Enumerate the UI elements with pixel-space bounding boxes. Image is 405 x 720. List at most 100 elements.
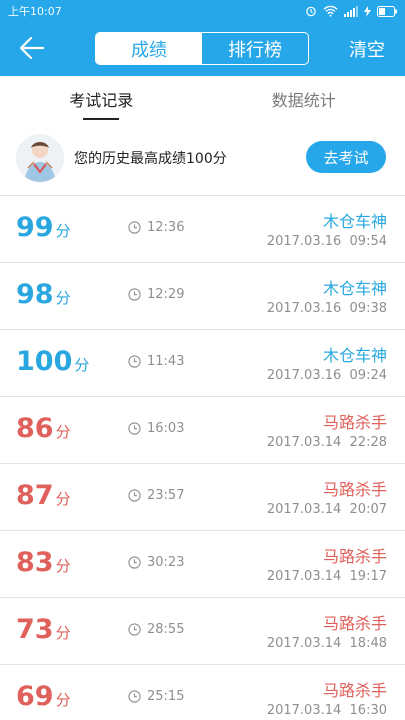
tab-statistics[interactable]: 数据统计	[203, 76, 405, 122]
record-datetime: 2017.03.14 22:28	[267, 435, 387, 450]
clock-icon	[128, 690, 141, 703]
tab-leaderboard[interactable]: 排行榜	[202, 33, 308, 64]
score-unit: 分	[55, 624, 71, 642]
record-row[interactable]: 86 分 16:03 马路杀手 2017.03.14 22:28	[0, 397, 405, 464]
clock-icon	[128, 422, 141, 435]
score-unit: 分	[55, 222, 71, 240]
record-date: 2017.03.16	[266, 368, 342, 383]
clock-icon	[128, 623, 141, 636]
tab-score[interactable]: 成绩	[96, 33, 202, 64]
record-datetime: 2017.03.14 16:30	[267, 703, 387, 718]
duration-text: 30:23	[147, 555, 185, 570]
clock-icon	[128, 489, 141, 502]
record-duration: 28:55	[128, 622, 184, 637]
score-value: 73	[16, 614, 54, 645]
duration-text: 12:36	[147, 220, 185, 235]
status-icons	[305, 5, 397, 17]
record-date: 2017.03.14	[266, 569, 342, 584]
score-value: 99	[16, 212, 54, 243]
record-duration: 30:23	[128, 555, 184, 570]
score-value: 87	[16, 480, 54, 511]
rank-title: 木仓车神	[322, 346, 387, 365]
score-value: 100	[16, 346, 73, 377]
record-datetime: 2017.03.16 09:24	[267, 368, 387, 383]
record-score: 73 分	[16, 614, 71, 645]
record-score: 86 分	[16, 413, 71, 444]
duration-text: 23:57	[147, 488, 185, 503]
record-datetime: 2017.03.14 18:48	[267, 636, 387, 651]
record-score: 100 分	[16, 346, 89, 377]
record-duration: 12:36	[128, 220, 184, 235]
back-arrow-icon	[19, 36, 45, 60]
record-duration: 16:03	[128, 421, 184, 436]
record-datetime: 2017.03.16 09:38	[267, 301, 387, 316]
score-unit: 分	[55, 490, 71, 508]
record-time: 16:30	[349, 703, 387, 718]
alarm-icon	[306, 6, 316, 17]
score-unit: 分	[74, 356, 90, 374]
clock-icon	[128, 556, 141, 569]
best-score-banner: 您的历史最高成绩100分 去考试	[0, 122, 405, 196]
score-unit: 分	[55, 691, 71, 709]
charging-icon	[364, 5, 371, 17]
battery-icon	[377, 5, 397, 17]
duration-text: 12:29	[147, 287, 185, 302]
record-time: 20:07	[349, 502, 387, 517]
status-time: 上午10:07	[8, 5, 62, 18]
rank-title: 马路杀手	[322, 614, 387, 633]
segmented-tabs: 成绩 排行榜	[95, 32, 309, 65]
record-time: 18:48	[349, 636, 387, 651]
record-duration: 11:43	[128, 354, 184, 369]
record-date: 2017.03.14	[266, 435, 342, 450]
signal-icon	[344, 5, 358, 17]
record-row[interactable]: 73 分 28:55 马路杀手 2017.03.14 18:48	[0, 598, 405, 665]
score-value: 83	[16, 547, 54, 578]
avatar-illustration-icon	[16, 134, 64, 182]
record-row[interactable]: 99 分 12:36 木仓车神 2017.03.16 09:54	[0, 196, 405, 263]
record-row[interactable]: 98 分 12:29 木仓车神 2017.03.16 09:38	[0, 263, 405, 330]
record-duration: 12:29	[128, 287, 184, 302]
record-time: 19:17	[349, 569, 387, 584]
score-unit: 分	[55, 423, 71, 441]
rank-title: 木仓车神	[322, 212, 387, 231]
score-value: 69	[16, 681, 54, 712]
record-datetime: 2017.03.14 19:17	[267, 569, 387, 584]
record-time: 09:24	[349, 368, 387, 383]
record-date: 2017.03.14	[266, 502, 342, 517]
wifi-icon	[323, 5, 338, 17]
duration-text: 28:55	[147, 622, 185, 637]
tab-exam-records-label: 考试记录	[69, 91, 134, 110]
record-date: 2017.03.14	[266, 636, 342, 651]
best-score-text: 您的历史最高成绩100分	[74, 151, 227, 167]
score-unit: 分	[55, 289, 71, 307]
record-date: 2017.03.14	[266, 703, 342, 718]
duration-text: 25:15	[147, 689, 185, 704]
take-exam-button[interactable]: 去考试	[306, 141, 386, 173]
clock-icon	[128, 288, 141, 301]
rank-title: 马路杀手	[322, 480, 387, 499]
score-value: 86	[16, 413, 54, 444]
record-row[interactable]: 87 分 23:57 马路杀手 2017.03.14 20:07	[0, 464, 405, 531]
exam-record-list: 99 分 12:36 木仓车神 2017.03.16 09:54 98 分 12:29 木仓车神…	[0, 196, 405, 720]
clock-icon	[128, 221, 141, 234]
record-datetime: 2017.03.14 20:07	[267, 502, 387, 517]
sub-tabs: 考试记录 数据统计	[0, 76, 405, 122]
top-nav-bar: 成绩 排行榜 清空	[0, 22, 405, 76]
record-date: 2017.03.16	[266, 234, 342, 249]
record-time: 09:54	[349, 234, 387, 249]
record-duration: 23:57	[128, 488, 184, 503]
record-row[interactable]: 100 分 11:43 木仓车神 2017.03.16 09:24	[0, 330, 405, 397]
clear-button[interactable]: 清空	[349, 36, 385, 62]
record-time: 09:38	[349, 301, 387, 316]
record-score: 87 分	[16, 480, 71, 511]
rank-title: 马路杀手	[322, 413, 387, 432]
score-value: 98	[16, 279, 54, 310]
tab-exam-records[interactable]: 考试记录	[0, 76, 203, 122]
avatar	[16, 134, 64, 182]
record-row[interactable]: 69 分 25:15 马路杀手 2017.03.14 16:30	[0, 665, 405, 720]
record-score: 99 分	[16, 212, 71, 243]
duration-text: 11:43	[147, 354, 185, 369]
back-button[interactable]	[18, 36, 52, 62]
record-row[interactable]: 83 分 30:23 马路杀手 2017.03.14 19:17	[0, 531, 405, 598]
rank-title: 木仓车神	[322, 279, 387, 298]
